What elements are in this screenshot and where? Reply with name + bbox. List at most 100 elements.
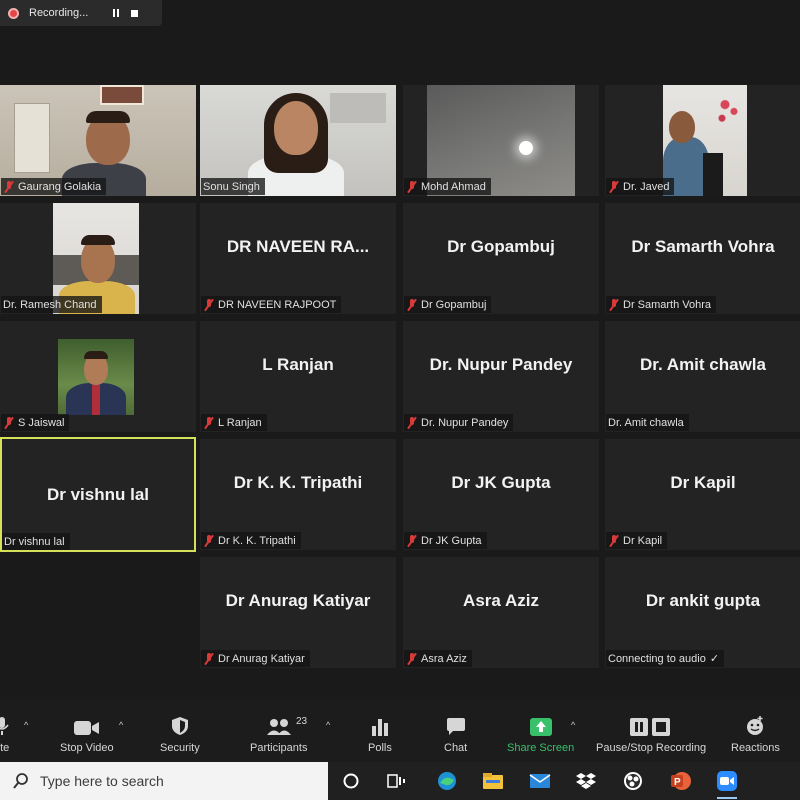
muted-mic-icon <box>203 652 215 665</box>
participant-tile-sonu-singh[interactable]: Sonu Singh <box>200 85 396 196</box>
audio-options-chevron-icon[interactable]: ^ <box>24 720 28 730</box>
participant-tile-l-ranjan[interactable]: L Ranjan L Ranjan <box>200 321 396 432</box>
participant-tile-dr-samarth-vohra[interactable]: Dr Samarth Vohra Dr Samarth Vohra <box>605 203 800 314</box>
participant-tile-dr-gopambuj[interactable]: Dr Gopambuj Dr Gopambuj <box>403 203 599 314</box>
participant-display-name: Dr Kapil <box>670 473 736 493</box>
participants-count: 23 <box>296 716 308 727</box>
participant-name-label: Dr. Javed <box>606 178 675 195</box>
participant-display-name: DR NAVEEN RA... <box>226 237 370 257</box>
muted-mic-icon <box>203 298 215 311</box>
muted-mic-icon <box>406 298 418 311</box>
participant-name-label: Dr Kapil <box>606 532 668 549</box>
share-screen-button[interactable]: Share Screen <box>507 714 574 754</box>
share-options-chevron-icon[interactable]: ^ <box>571 720 575 730</box>
participant-display-name: Dr ankit gupta <box>645 591 761 611</box>
participant-name-label: DR NAVEEN RAJPOOT <box>201 296 342 313</box>
participant-name-label: Asra Aziz <box>404 650 472 667</box>
participant-name: L Ranjan <box>218 416 262 429</box>
stop-recording-button[interactable] <box>125 4 143 22</box>
participant-tile-dr-kk-tripathi[interactable]: Dr K. K. Tripathi Dr K. K. Tripathi <box>200 439 396 550</box>
participant-tile-dr-nupur-pandey[interactable]: Dr. Nupur Pandey Dr. Nupur Pandey <box>403 321 599 432</box>
stop-video-label: Stop Video <box>60 742 114 754</box>
participant-name-label: Dr. Ramesh Chand <box>1 296 102 313</box>
taskbar-search-box[interactable]: Type here to search <box>0 762 328 800</box>
pause-stop-recording-icon <box>630 718 671 736</box>
participant-tile-s-jaiswal[interactable]: S Jaiswal <box>0 321 196 432</box>
dropbox-icon[interactable] <box>573 768 599 794</box>
participant-tile-mohd-ahmad[interactable]: Mohd Ahmad <box>403 85 599 196</box>
muted-mic-icon <box>608 298 620 311</box>
recording-indicator: Recording... <box>0 0 162 26</box>
participant-tile-dr-javed[interactable]: Dr. Javed <box>605 85 800 196</box>
muted-mic-icon <box>406 534 418 547</box>
participant-tile-dr-anurag-katiyar[interactable]: Dr Anurag Katiyar Dr Anurag Katiyar <box>200 557 396 668</box>
participant-name: Sonu Singh <box>203 180 260 193</box>
muted-mic-icon <box>3 180 15 193</box>
participant-tile-dr-vishnu-lal[interactable]: Dr vishnu lal Dr vishnu lal <box>0 437 196 552</box>
muted-mic-icon <box>608 180 620 193</box>
participants-options-chevron-icon[interactable]: ^ <box>326 720 330 730</box>
reactions-label: Reactions <box>731 742 780 754</box>
participant-tile-dr-kapil[interactable]: Dr Kapil Dr Kapil <box>605 439 800 550</box>
recording-dot-icon <box>8 7 19 19</box>
security-label: Security <box>160 742 200 754</box>
polls-label: Polls <box>368 742 392 754</box>
search-circle-icon[interactable] <box>338 768 364 794</box>
connecting-audio-status: Connecting to audio <box>608 652 706 665</box>
windows-taskbar: Type here to search P <box>0 762 800 800</box>
muted-mic-icon <box>203 416 215 429</box>
participant-name-label: Gaurang Golakia <box>1 178 107 195</box>
participant-tile-dr-naveen-rajpoot[interactable]: DR NAVEEN RA... DR NAVEEN RAJPOOT <box>200 203 396 314</box>
participant-name-label: Dr. Amit chawla <box>606 414 689 431</box>
participant-name-label: Dr Gopambuj <box>404 296 492 313</box>
chat-icon <box>446 718 465 735</box>
muted-mic-icon <box>203 534 215 547</box>
search-icon <box>13 773 28 789</box>
share-screen-icon <box>529 718 552 736</box>
participant-video <box>663 85 747 196</box>
security-button[interactable]: Security <box>160 714 200 754</box>
zoom-icon[interactable] <box>714 768 740 799</box>
check-icon: ✓ <box>709 653 720 665</box>
participant-name-label: S Jaiswal <box>1 414 70 431</box>
mail-icon[interactable] <box>527 768 553 794</box>
participant-name: Asra Aziz <box>421 652 467 665</box>
stop-video-button[interactable]: Stop Video <box>60 714 114 754</box>
participant-display-name: Dr vishnu lal <box>46 484 150 504</box>
participant-display-name: Dr JK Gupta <box>451 473 551 493</box>
participant-tile-asra-aziz[interactable]: Asra Aziz Asra Aziz <box>403 557 599 668</box>
task-view-icon[interactable] <box>383 768 409 794</box>
video-options-chevron-icon[interactable]: ^ <box>119 720 123 730</box>
muted-mic-icon <box>608 534 620 547</box>
search-placeholder: Type here to search <box>40 773 164 789</box>
participant-tile-dr-ramesh-chand[interactable]: Dr. Ramesh Chand <box>0 203 196 314</box>
reactions-icon <box>747 716 764 735</box>
participant-tile-dr-jk-gupta[interactable]: Dr JK Gupta Dr JK Gupta <box>403 439 599 550</box>
chat-button[interactable]: Chat <box>444 714 467 754</box>
participant-display-name: Dr Anurag Katiyar <box>225 591 371 611</box>
meeting-toolbar: ute ^ Stop Video ^ Security Participants… <box>0 700 800 762</box>
polls-button[interactable]: Polls <box>368 714 392 754</box>
participant-video <box>58 339 134 415</box>
participant-name: Dr. Amit chawla <box>608 416 684 429</box>
pause-recording-button[interactable] <box>107 4 125 22</box>
obs-icon[interactable] <box>620 768 646 794</box>
powerpoint-icon[interactable]: P <box>668 768 694 794</box>
participants-label: Participants <box>250 742 308 754</box>
pause-stop-recording-button[interactable]: Pause/Stop Recording <box>596 714 706 754</box>
mute-button[interactable]: ute <box>0 714 9 754</box>
muted-mic-icon <box>406 180 418 193</box>
participant-name-label: Dr K. K. Tripathi <box>201 532 301 549</box>
participant-name: S Jaiswal <box>18 416 65 429</box>
participant-name: Gaurang Golakia <box>18 180 102 193</box>
participant-tile-dr-amit-chawla[interactable]: Dr. Amit chawla Dr. Amit chawla <box>605 321 800 432</box>
reactions-button[interactable]: Reactions <box>731 714 780 754</box>
participant-display-name: Dr Samarth Vohra <box>631 237 775 257</box>
file-explorer-icon[interactable] <box>480 768 506 794</box>
polls-icon <box>371 719 388 736</box>
participant-name: Dr Samarth Vohra <box>623 298 712 311</box>
participants-icon <box>266 719 291 735</box>
edge-icon[interactable] <box>434 768 460 794</box>
participant-tile-gaurang-golakia[interactable]: Gaurang Golakia <box>0 85 196 196</box>
participant-tile-dr-ankit-gupta[interactable]: Dr ankit gupta Connecting to audio ✓ <box>605 557 800 668</box>
